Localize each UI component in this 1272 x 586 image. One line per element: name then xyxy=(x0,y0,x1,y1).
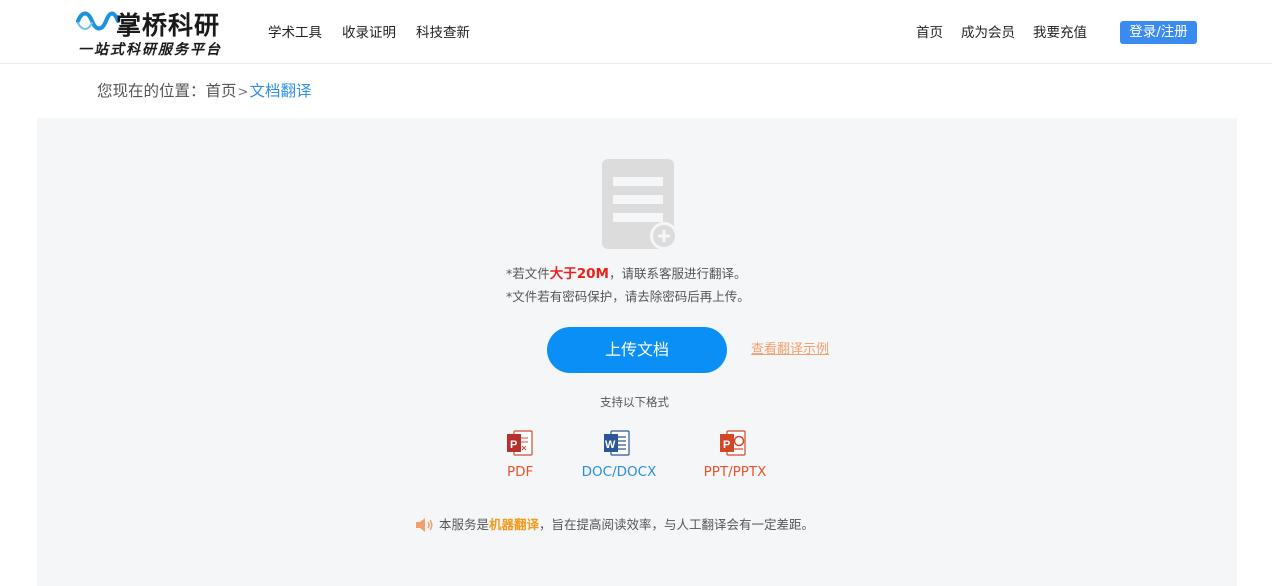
format-label-ppt: PPT/PPTX xyxy=(703,464,767,480)
nav-novelty-search[interactable]: 科技查新 xyxy=(416,24,470,42)
svg-text:W: W xyxy=(605,439,616,451)
size-note-suffix: ，请联系客服进行翻译。 xyxy=(609,266,747,281)
breadcrumb-home[interactable]: 首页 xyxy=(206,82,237,100)
logo-title: 掌桥科研 xyxy=(116,11,221,40)
notice-suffix: ，旨在提高阅读效率，与人工翻译会有一定差距。 xyxy=(539,517,815,532)
pdf-file-icon: P xyxy=(507,430,533,456)
top-header: 掌桥科研 一站式科研服务平台 学术工具 收录证明 科技查新 首页 成为会员 我要… xyxy=(0,0,1272,64)
nav-recharge[interactable]: 我要充值 xyxy=(1033,24,1087,42)
upload-panel: *若文件大于20M，请联系客服进行翻译。 *文件若有密码保护，请去除密码后再上传… xyxy=(37,118,1237,586)
svg-text:P: P xyxy=(510,439,517,451)
nav-membership[interactable]: 成为会员 xyxy=(961,24,1015,42)
nav-indexing-proof[interactable]: 收录证明 xyxy=(342,24,396,42)
size-limit-note: *若文件大于20M，请联系客服进行翻译。 xyxy=(506,265,747,283)
word-file-icon: W xyxy=(604,430,630,456)
user-nav: 首页 成为会员 我要充值 xyxy=(916,24,1087,42)
logo-subtitle: 一站式科研服务平台 xyxy=(78,42,222,58)
notice-highlight: 机器翻译 xyxy=(489,517,540,532)
breadcrumb-prefix: 您现在的位置： xyxy=(97,82,206,100)
size-note-emphasis: 大于20M xyxy=(549,266,609,282)
login-register-button[interactable]: 登录/注册 xyxy=(1120,21,1197,44)
speaker-icon xyxy=(416,518,433,532)
nav-home[interactable]: 首页 xyxy=(916,24,943,42)
site-logo[interactable]: 掌桥科研 一站式科研服务平台 xyxy=(76,6,236,58)
document-add-icon xyxy=(602,159,678,250)
formats-title: 支持以下格式 xyxy=(600,395,669,409)
upload-document-button[interactable]: 上传文档 xyxy=(547,327,727,373)
powerpoint-file-icon: P xyxy=(720,430,746,456)
machine-translation-notice: 本服务是 机器翻译 ，旨在提高阅读效率，与人工翻译会有一定差距。 xyxy=(415,516,814,534)
view-example-link[interactable]: 查看翻译示例 xyxy=(751,341,829,359)
password-note: *文件若有密码保护，请去除密码后再上传。 xyxy=(506,289,750,304)
main-nav: 学术工具 收录证明 科技查新 xyxy=(268,24,470,42)
logo-wave-icon xyxy=(76,11,120,31)
svg-text:P: P xyxy=(723,439,730,451)
size-note-prefix: *若文件 xyxy=(506,266,550,281)
format-label-pdf: PDF xyxy=(507,464,534,480)
notice-prefix: 本服务是 xyxy=(439,517,490,532)
format-label-doc: DOC/DOCX xyxy=(581,464,657,480)
nav-academic-tools[interactable]: 学术工具 xyxy=(268,24,322,42)
breadcrumb-current: 文档翻译 xyxy=(249,82,312,100)
breadcrumb-separator: > xyxy=(237,85,249,100)
breadcrumb: 您现在的位置：首页>文档翻译 xyxy=(97,81,311,103)
